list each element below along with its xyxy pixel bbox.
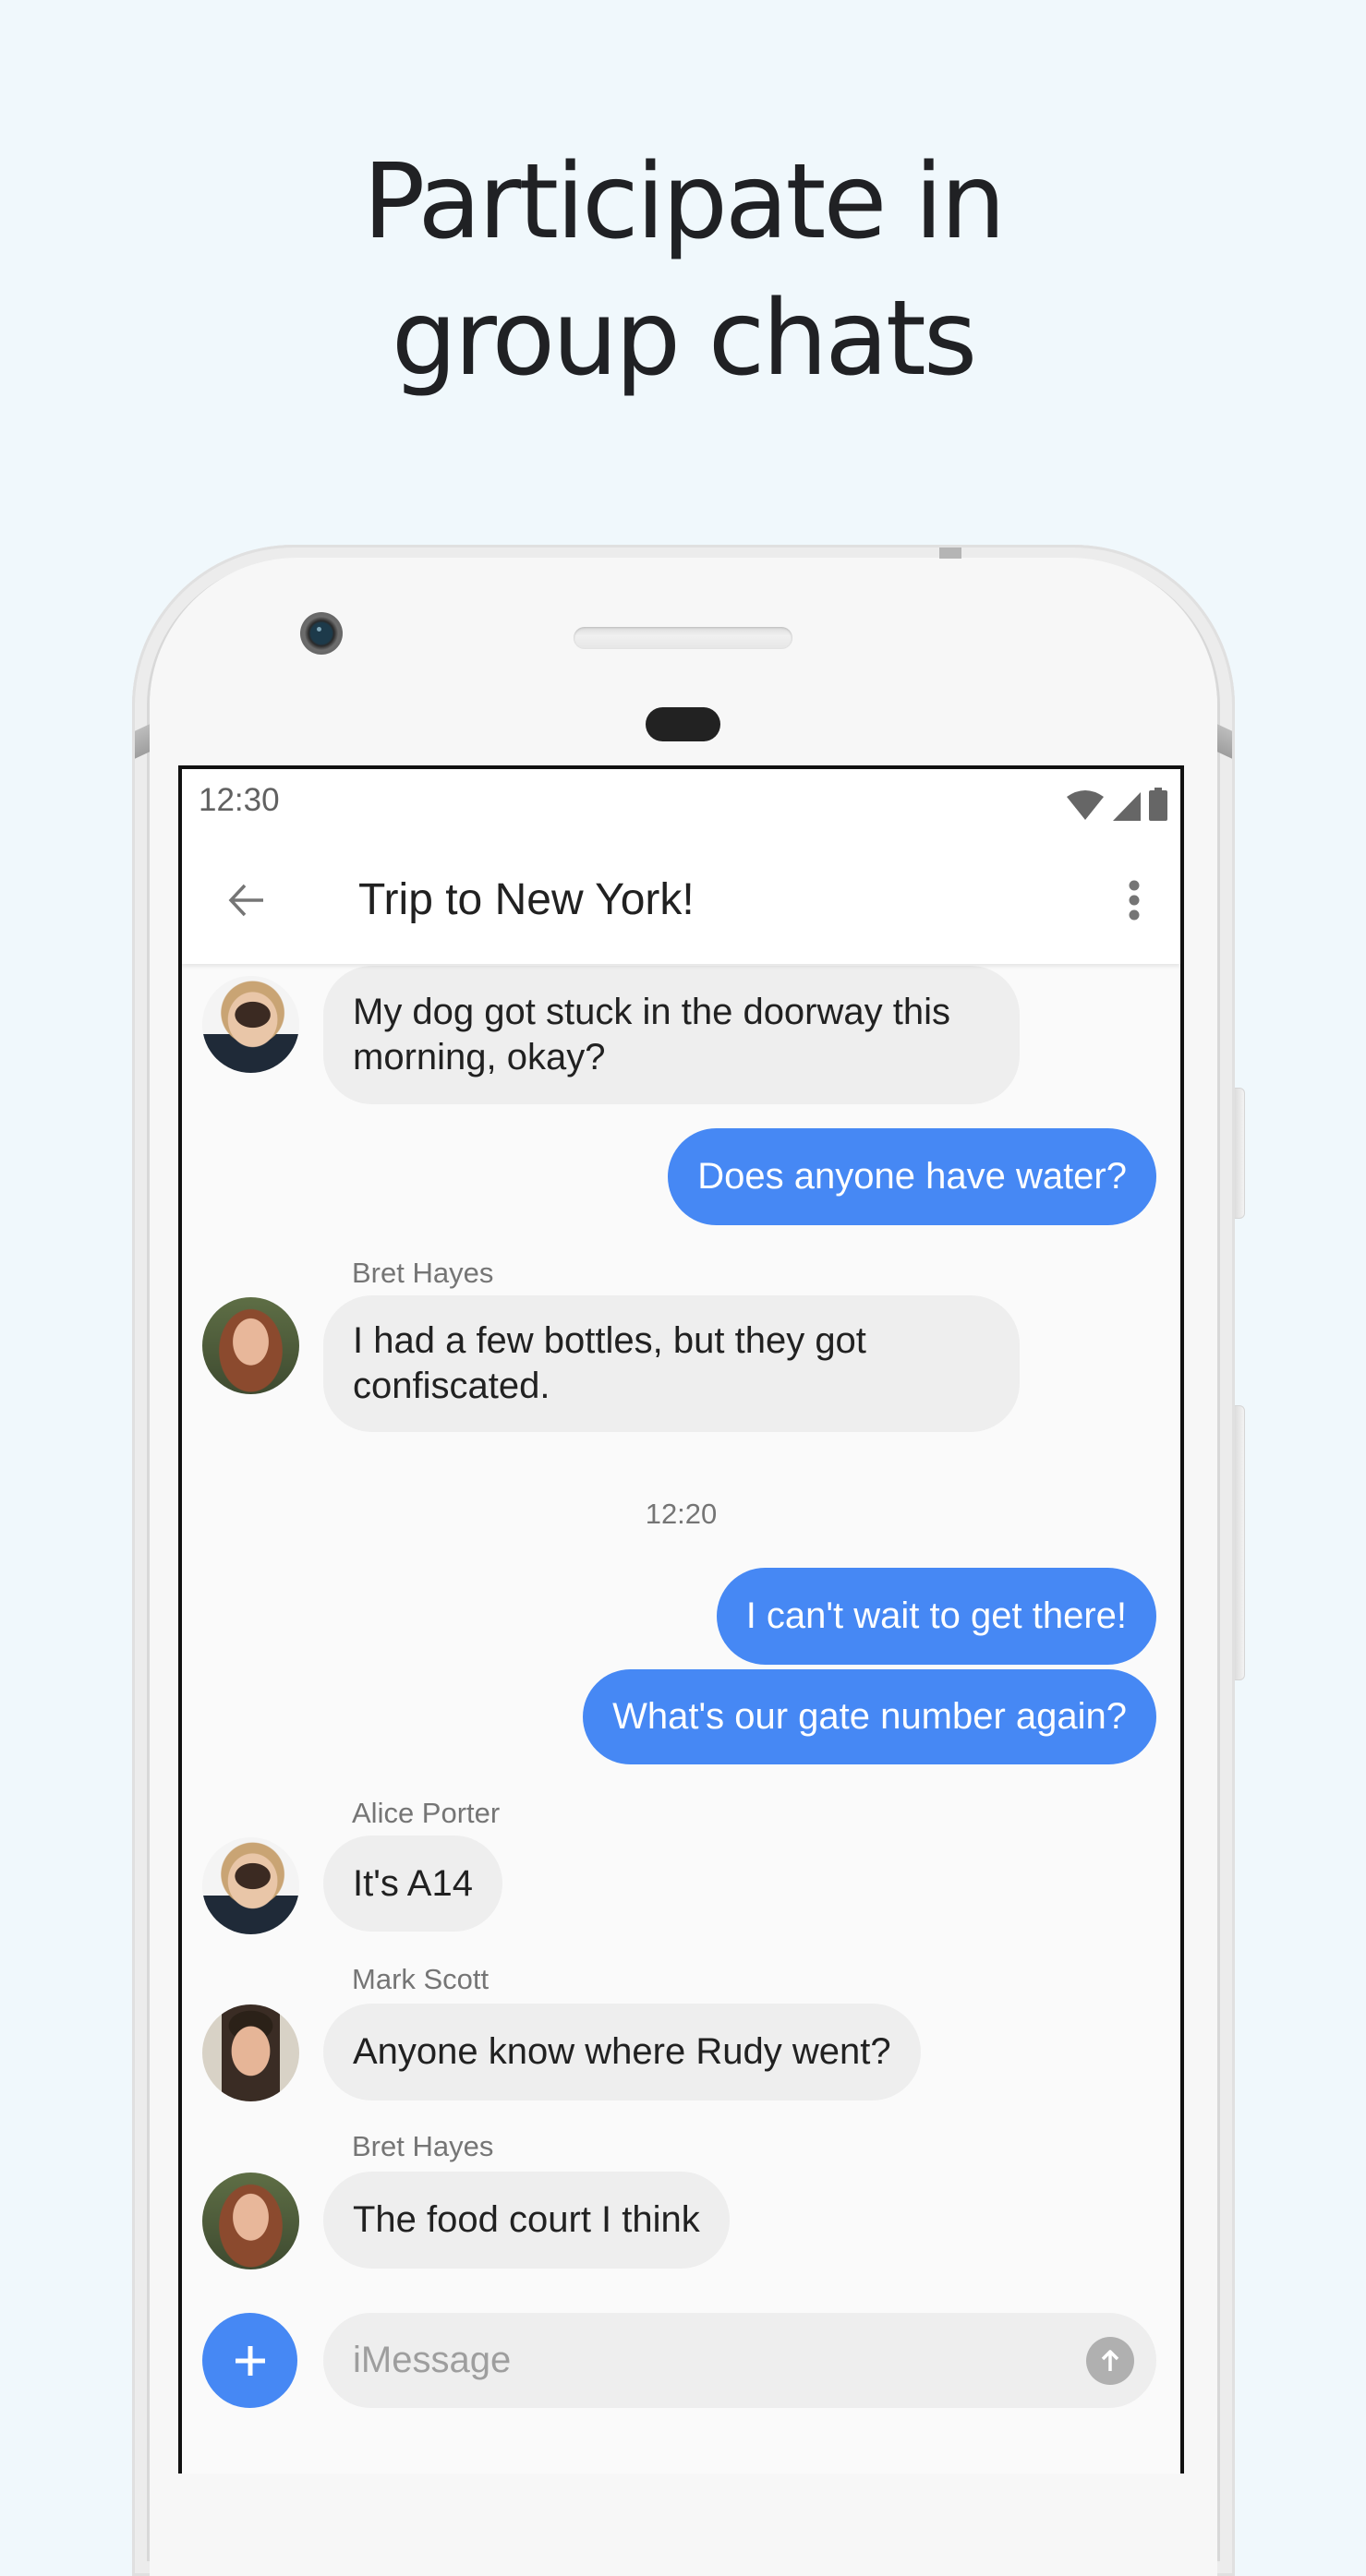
sender-name: Bret Hayes: [352, 2130, 494, 2162]
more-vert-icon: [1129, 880, 1140, 921]
message-text: I can't wait to get there!: [745, 1595, 1127, 1636]
message-bubble-incoming[interactable]: The food court I think: [323, 2172, 730, 2269]
message-text: I had a few bottles, but they got confis…: [353, 1320, 866, 1406]
battery-icon: [1149, 788, 1167, 821]
phone-antenna-line-left: [135, 724, 150, 759]
send-button[interactable]: [1086, 2337, 1134, 2385]
message-text: It's A14: [353, 1862, 473, 1904]
headline: Participate in group chats: [0, 134, 1366, 407]
sender-name: Bret Hayes: [352, 1257, 494, 1289]
phone-antenna-line-right: [1217, 724, 1232, 759]
arrow-up-send-icon: [1101, 2350, 1119, 2371]
overflow-menu-button[interactable]: [1106, 873, 1162, 928]
wifi-icon: [1067, 790, 1104, 820]
message-input[interactable]: [353, 2313, 1073, 2408]
sender-name: Alice Porter: [352, 1797, 501, 1829]
message-composer: [323, 2313, 1156, 2408]
avatar-bret-hayes[interactable]: [202, 2173, 299, 2269]
message-bubble-incoming[interactable]: My dog got stuck in the doorway this mor…: [323, 966, 1020, 1104]
message-text: Anyone know where Rudy went?: [353, 2031, 891, 2072]
back-button[interactable]: [219, 873, 274, 928]
earpiece-speaker: [574, 627, 792, 649]
message-text: My dog got stuck in the doorway this mor…: [353, 992, 950, 1077]
proximity-sensor: [646, 707, 720, 741]
message-text: Does anyone have water?: [697, 1156, 1127, 1197]
headline-line-1: Participate in: [362, 142, 1006, 262]
message-bubble-incoming[interactable]: Anyone know where Rudy went?: [323, 2004, 921, 2101]
message-bubble-incoming[interactable]: I had a few bottles, but they got confis…: [323, 1295, 1020, 1432]
message-bubble-outgoing[interactable]: Does anyone have water?: [668, 1128, 1156, 1225]
phone-side-button-bottom: [1235, 1405, 1245, 1680]
message-list[interactable]: My dog got stuck in the doorway this mor…: [182, 769, 1180, 2474]
phone-side-button-top: [1235, 1088, 1245, 1219]
plus-icon: [235, 2345, 265, 2376]
app-bar: Trip to New York!: [182, 834, 1180, 964]
status-bar: 12:30: [182, 769, 1180, 834]
message-bubble-incoming[interactable]: It's A14: [323, 1836, 502, 1932]
message-bubble-outgoing[interactable]: I can't wait to get there!: [716, 1568, 1156, 1665]
sender-name: Mark Scott: [352, 1963, 490, 1995]
message-text: What's our gate number again?: [612, 1696, 1127, 1737]
arrow-back-icon: [228, 884, 263, 917]
timestamp-divider: 12:20: [645, 1498, 718, 1530]
avatar-bret-hayes[interactable]: [202, 1297, 299, 1394]
phone-screen: My dog got stuck in the doorway this mor…: [178, 765, 1184, 2474]
cellular-signal-icon: [1113, 792, 1141, 821]
avatar-alice-porter[interactable]: [202, 976, 299, 1073]
headline-line-2: group chats: [391, 279, 977, 399]
conversation-title: Trip to New York!: [358, 875, 695, 924]
status-icons: [1066, 788, 1167, 821]
front-camera-icon: [300, 612, 343, 655]
phone-antenna-line-top: [939, 548, 961, 559]
avatar-mark-scott[interactable]: [202, 2004, 299, 2101]
message-text: The food court I think: [353, 2199, 700, 2240]
avatar-alice-porter[interactable]: [202, 1837, 299, 1934]
add-attachment-button[interactable]: [202, 2313, 297, 2408]
status-time: 12:30: [199, 782, 280, 818]
message-bubble-outgoing[interactable]: What's our gate number again?: [583, 1669, 1156, 1764]
